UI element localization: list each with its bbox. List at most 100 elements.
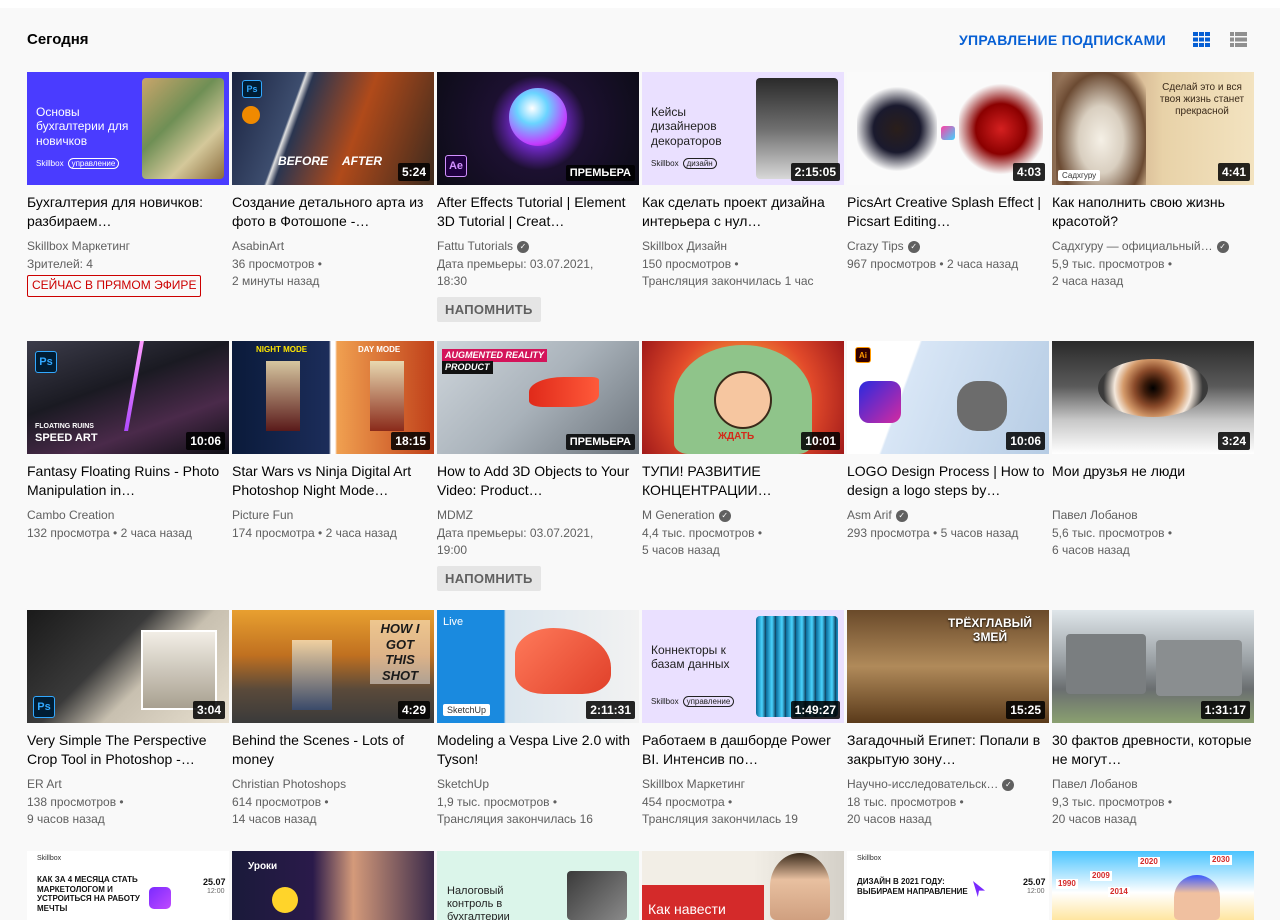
grid-view-icon[interactable] (1193, 32, 1210, 47)
blender-icon (242, 106, 260, 124)
video-title[interactable]: Behind the Scenes - Lots of money (232, 731, 434, 769)
channel-name[interactable]: Skillbox Дизайн (642, 238, 844, 256)
video-title[interactable]: PicsArt Creative Splash Effect | Picsart… (847, 193, 1049, 231)
video-title[interactable]: 30 фактов древности, которые не могут… (1052, 731, 1254, 769)
video-title[interactable]: ТУПИ! РАЗВИТИЕ КОНЦЕНТРАЦИИ… (642, 462, 844, 500)
video-title[interactable]: Работаем в дашборде Power BI. Интенсив п… (642, 731, 844, 769)
channel-name[interactable]: Picture Fun (232, 507, 434, 525)
channel-name[interactable]: MDMZ (437, 507, 639, 525)
video-title[interactable]: Бухгалтерия для новичков: разбираем… (27, 193, 229, 231)
video-card[interactable]: 4:03 PicsArt Creative Splash Effect | Pi… (847, 72, 1049, 273)
video-title[interactable]: Как наполнить свою жизнь красотой? (1052, 193, 1254, 231)
video-duration: 18:15 (391, 432, 430, 450)
premiere-time: 19:00 (437, 543, 468, 557)
vespa-model (515, 628, 611, 694)
video-thumbnail[interactable]: ТРЁХГЛАВЫЙ ЗМЕЙ 15:25 (847, 610, 1049, 723)
video-thumbnail[interactable]: Основы бухгалтерии для новичков Skillbox… (27, 72, 229, 185)
channel-name[interactable]: Павел Лобанов (1052, 776, 1254, 794)
channel-name[interactable]: Christian Photoshops (232, 776, 434, 794)
remind-button[interactable]: НАПОМНИТЬ (437, 296, 541, 322)
channel-name[interactable]: Научно-исследовательск… ✓ (847, 776, 1049, 794)
remind-button[interactable]: НАПОМНИТЬ (437, 565, 541, 591)
video-card[interactable]: 1:31:17 30 фактов древности, которые не … (1052, 610, 1254, 829)
video-title[interactable]: Very Simple The Perspective Crop Tool in… (27, 731, 229, 769)
video-card[interactable]: Live SketchUp 2:11:31 Modeling a Vespa L… (437, 610, 639, 829)
video-duration: 15:25 (1006, 701, 1045, 719)
manage-subscriptions-link[interactable]: УПРАВЛЕНИЕ ПОДПИСКАМИ (959, 32, 1166, 48)
thumb-date: 25.07 (203, 877, 226, 887)
video-title[interactable]: Modeling a Vespa Live 2.0 with Tyson! (437, 731, 639, 769)
channel-name[interactable]: Садхгуру — официальный… ✓ (1052, 238, 1254, 256)
channel-name[interactable]: Skillbox Маркетинг (642, 776, 844, 794)
video-thumbnail[interactable]: 4:03 (847, 72, 1049, 185)
video-thumbnail[interactable]: 3:24 (1052, 341, 1254, 454)
video-thumbnail[interactable]: Как навести (642, 851, 844, 920)
video-meta: Crazy Tips ✓ 967 просмотров • 2 часа наза… (847, 238, 1049, 273)
channel-name[interactable]: ER Art (27, 776, 229, 794)
video-card[interactable]: Ae ПРЕМЬЕРА After Effects Tutorial | Ele… (437, 72, 639, 322)
video-title[interactable]: LOGO Design Process | How to design a lo… (847, 462, 1049, 500)
video-thumbnail[interactable]: 1:31:17 (1052, 610, 1254, 723)
video-thumbnail[interactable]: AUGMENTED REALITY PRODUCT ПРЕМЬЕРА (437, 341, 639, 454)
video-title[interactable]: Создание детального арта из фото в Фотош… (232, 193, 434, 231)
publish-time: 20 часов назад (1052, 812, 1137, 826)
video-card[interactable]: Кейсы дизайнеров декораторов Skillbox ди… (642, 72, 844, 291)
video-title[interactable]: How to Add 3D Objects to Your Video: Pro… (437, 462, 639, 500)
video-title[interactable]: Как сделать проект дизайна интерьера с н… (642, 193, 844, 231)
video-thumbnail[interactable]: Уроки (232, 851, 434, 920)
channel-name[interactable]: M Generation ✓ (642, 507, 844, 525)
thumb-caption: Кейсы дизайнеров декораторов (651, 105, 722, 148)
channel-name[interactable]: Fattu Tutorials ✓ (437, 238, 639, 256)
video-thumbnail[interactable]: Ps BEFORE AFTER 5:24 (232, 72, 434, 185)
video-thumbnail[interactable]: HOW I GOT THIS SHOT 4:29 (232, 610, 434, 723)
video-thumbnail[interactable]: Live SketchUp 2:11:31 (437, 610, 639, 723)
video-thumbnail[interactable]: 1990 2009 2014 2020 2030 (1052, 851, 1254, 920)
channel-name[interactable]: Павел Лобанов (1052, 507, 1254, 525)
video-thumbnail[interactable]: Skillbox КАК ЗА 4 МЕСЯЦА СТАТЬ МАРКЕТОЛО… (27, 851, 229, 920)
channel-name[interactable]: AsabinArt (232, 238, 434, 256)
video-card[interactable]: Ps FLOATING RUINS SPEED ART 10:06 Fantas… (27, 341, 229, 542)
video-thumbnail[interactable]: Коннекторы к базам данных Skillbox управ… (642, 610, 844, 723)
video-title[interactable]: Star Wars vs Ninja Digital Art Photoshop… (232, 462, 434, 500)
video-thumbnail[interactable]: Ps 3:04 (27, 610, 229, 723)
video-card[interactable]: AUGMENTED REALITY PRODUCT ПРЕМЬЕРА How t… (437, 341, 639, 591)
channel-name[interactable]: SketchUp (437, 776, 639, 794)
video-thumbnail[interactable]: Сделай это и вся твоя жизнь станет прекр… (1052, 72, 1254, 185)
video-thumbnail[interactable]: Ae ПРЕМЬЕРА (437, 72, 639, 185)
video-card[interactable]: Сделай это и вся твоя жизнь станет прекр… (1052, 72, 1254, 291)
eye-image (1098, 359, 1208, 417)
list-view-icon[interactable] (1230, 32, 1247, 47)
video-title[interactable]: Fantasy Floating Ruins - Photo Manipulat… (27, 462, 229, 500)
video-title[interactable]: Загадочный Египет: Попали в закрытую зон… (847, 731, 1049, 769)
video-card[interactable]: Коннекторы к базам данных Skillbox управ… (642, 610, 844, 829)
video-thumbnail[interactable]: Ai 10:06 (847, 341, 1049, 454)
video-card[interactable]: ТРЁХГЛАВЫЙ ЗМЕЙ 15:25 Загадочный Египет:… (847, 610, 1049, 829)
top-bar (0, 0, 1280, 8)
video-thumbnail[interactable]: Кейсы дизайнеров декораторов Skillbox ди… (642, 72, 844, 185)
video-card[interactable]: ЖДАТЬ 10:01 ТУПИ! РАЗВИТИЕ КОНЦЕНТРАЦИИ…… (642, 341, 844, 560)
channel-name[interactable]: Crazy Tips ✓ (847, 238, 1049, 256)
thumb-after: AFTER (342, 154, 382, 168)
video-card[interactable]: 3:24 Мои друзья не люди Павел Лобанов 5,… (1052, 341, 1254, 560)
video-title[interactable]: After Effects Tutorial | Element 3D Tuto… (437, 193, 639, 231)
publish-time: 14 часов назад (232, 812, 317, 826)
video-title[interactable]: Мои друзья не люди (1052, 462, 1254, 500)
video-card[interactable]: Ai 10:06 LOGO Design Process | How to de… (847, 341, 1049, 542)
channel-name[interactable]: Skillbox Маркетинг (27, 238, 229, 256)
video-duration: 2:11:31 (586, 701, 635, 719)
picsart-icon (941, 126, 955, 140)
thumb-caption: Основы бухгалтерии для новичков (36, 105, 129, 148)
video-card[interactable]: HOW I GOT THIS SHOT 4:29 Behind the Scen… (232, 610, 434, 829)
video-card[interactable]: NIGHT MODE DAY MODE 18:15 Star Wars vs N… (232, 341, 434, 542)
video-thumbnail[interactable]: Skillbox ДИЗАЙН В 2021 ГОДУ: ВЫБИРАЕМ НА… (847, 851, 1049, 920)
video-card[interactable]: Основы бухгалтерии для новичков Skillbox… (27, 72, 229, 297)
video-card[interactable]: Ps 3:04 Very Simple The Perspective Crop… (27, 610, 229, 829)
video-thumbnail[interactable]: Налоговый контроль в бухгалтерии (437, 851, 639, 920)
video-thumbnail[interactable]: Ps FLOATING RUINS SPEED ART 10:06 (27, 341, 229, 454)
video-thumbnail[interactable]: ЖДАТЬ 10:01 (642, 341, 844, 454)
video-card[interactable]: Ps BEFORE AFTER 5:24 Создание детального… (232, 72, 434, 291)
video-meta: Павел Лобанов 9,3 тыс. просмотров • 20 ч… (1052, 776, 1254, 829)
channel-name[interactable]: Asm Arif ✓ (847, 507, 1049, 525)
video-thumbnail[interactable]: NIGHT MODE DAY MODE 18:15 (232, 341, 434, 454)
channel-name[interactable]: Cambo Creation (27, 507, 229, 525)
